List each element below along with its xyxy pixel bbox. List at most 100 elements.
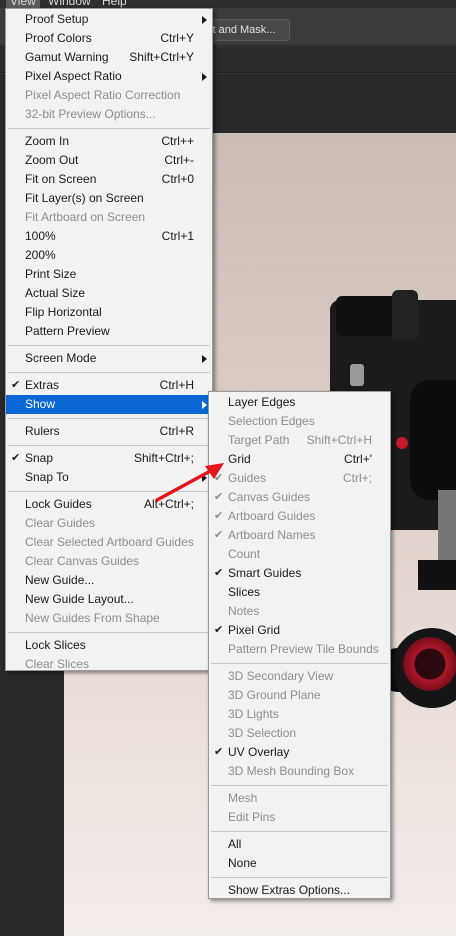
menu-item-label: Extras bbox=[25, 378, 60, 392]
show-menu-item-3d-ground-plane: 3D Ground Plane bbox=[209, 686, 390, 705]
view-menu-item-200[interactable]: 200% bbox=[6, 246, 212, 265]
menubar-item-view[interactable]: View bbox=[6, 0, 40, 8]
view-menu-item-fit-layer-s-on-screen[interactable]: Fit Layer(s) on Screen bbox=[6, 189, 212, 208]
menu-item-shortcut: Ctrl+R bbox=[159, 424, 194, 438]
menu-item-shortcut: Ctrl+' bbox=[344, 452, 372, 466]
menu-item-label: New Guide Layout... bbox=[25, 592, 134, 606]
show-menu-item-uv-overlay[interactable]: ✔ UV Overlay bbox=[209, 743, 390, 762]
menu-item-label: Zoom Out bbox=[25, 153, 79, 167]
view-menu-item-new-guide[interactable]: New Guide... bbox=[6, 571, 212, 590]
menu-item-label: 3D Secondary View bbox=[228, 669, 334, 683]
menu-separator bbox=[8, 128, 210, 129]
view-menu-item-print-size[interactable]: Print Size bbox=[6, 265, 212, 284]
view-menu: Proof Setup Proof Colors Ctrl+Y Gamut Warni… bbox=[5, 8, 213, 671]
menu-item-shortcut: Shift+Ctrl+; bbox=[133, 451, 194, 465]
view-menu-item-extras[interactable]: ✔ Extras Ctrl+H bbox=[6, 376, 212, 395]
checkmark-icon: ✔ bbox=[214, 567, 224, 579]
camera-rod bbox=[438, 490, 456, 570]
view-menu-item-100[interactable]: 100% Ctrl+1 bbox=[6, 227, 212, 246]
view-menu-item-snap[interactable]: ✔ Snap Shift+Ctrl+; bbox=[6, 449, 212, 468]
menu-item-shortcut: Alt+Ctrl+; bbox=[143, 497, 194, 511]
submenu-arrow-icon bbox=[202, 401, 207, 409]
show-submenu: Layer Edges Selection Edges Target Path Shi… bbox=[208, 391, 391, 899]
show-menu-item-artboard-names: ✔ Artboard Names bbox=[209, 526, 390, 545]
menu-separator bbox=[211, 831, 388, 832]
view-menu-item-proof-setup[interactable]: Proof Setup bbox=[6, 10, 212, 29]
show-menu-item-show-extras-options[interactable]: Show Extras Options... bbox=[209, 881, 390, 900]
view-menu-item-pixel-aspect-ratio[interactable]: Pixel Aspect Ratio bbox=[6, 67, 212, 86]
menu-item-label: Flip Horizontal bbox=[25, 305, 102, 319]
menu-item-label: 3D Lights bbox=[228, 707, 279, 721]
menu-item-label: Clear Canvas Guides bbox=[25, 554, 140, 568]
menu-item-label: New Guide... bbox=[25, 573, 95, 587]
menu-item-label: Actual Size bbox=[25, 286, 86, 300]
menu-item-label: Snap To bbox=[25, 470, 69, 484]
view-menu-item-lock-slices[interactable]: Lock Slices bbox=[6, 636, 212, 655]
view-menu-item-fit-on-screen[interactable]: Fit on Screen Ctrl+0 bbox=[6, 170, 212, 189]
show-menu-item-slices[interactable]: Slices bbox=[209, 583, 390, 602]
menubar-item-help[interactable]: Help bbox=[102, 0, 127, 8]
view-menu-item-flip-horizontal[interactable]: Flip Horizontal bbox=[6, 303, 212, 322]
menu-item-label: 200% bbox=[25, 248, 56, 262]
checkmark-icon: ✔ bbox=[11, 452, 21, 464]
show-menu-item-notes: Notes bbox=[209, 602, 390, 621]
show-menu-item-none[interactable]: None bbox=[209, 854, 390, 873]
camera-screw bbox=[350, 364, 364, 386]
show-menu-item-guides: ✔ Guides Ctrl+; bbox=[209, 469, 390, 488]
checkmark-icon: ✔ bbox=[214, 491, 224, 503]
menu-item-label: Show bbox=[25, 397, 56, 411]
submenu-arrow-icon bbox=[202, 16, 207, 24]
show-menu-item-3d-lights: 3D Lights bbox=[209, 705, 390, 724]
view-menu-item-pattern-preview[interactable]: Pattern Preview bbox=[6, 322, 212, 341]
menu-item-label: Pixel Grid bbox=[228, 623, 281, 637]
menu-item-label: Snap bbox=[25, 451, 54, 465]
view-menu-item-pixel-aspect-ratio-correction: Pixel Aspect Ratio Correction bbox=[6, 86, 212, 105]
menu-item-label: Count bbox=[228, 547, 261, 561]
menu-item-label: UV Overlay bbox=[228, 745, 290, 759]
menu-item-label: Proof Setup bbox=[25, 12, 89, 26]
second-lens-red-ring bbox=[400, 634, 456, 694]
view-menu-item-clear-guides: Clear Guides bbox=[6, 514, 212, 533]
view-menu-item-proof-colors[interactable]: Proof Colors Ctrl+Y bbox=[6, 29, 212, 48]
view-menu-item-clear-selected-artboard-guides: Clear Selected Artboard Guides bbox=[6, 533, 212, 552]
view-menu-item-new-guide-layout[interactable]: New Guide Layout... bbox=[6, 590, 212, 609]
menu-item-shortcut: Shift+Ctrl+H bbox=[306, 433, 372, 447]
view-menu-item-zoom-out[interactable]: Zoom Out Ctrl+- bbox=[6, 151, 212, 170]
show-menu-item-artboard-guides: ✔ Artboard Guides bbox=[209, 507, 390, 526]
camera-lens bbox=[410, 380, 456, 500]
menu-item-label: Notes bbox=[228, 604, 260, 618]
menu-item-label: None bbox=[228, 856, 257, 870]
view-menu-item-snap-to[interactable]: Snap To bbox=[6, 468, 212, 487]
view-menu-item-rulers[interactable]: Rulers Ctrl+R bbox=[6, 422, 212, 441]
checkmark-icon: ✔ bbox=[214, 529, 224, 541]
show-menu-item-all[interactable]: All bbox=[209, 835, 390, 854]
menubar-item-window[interactable]: Window bbox=[48, 0, 91, 8]
view-menu-item-screen-mode[interactable]: Screen Mode bbox=[6, 349, 212, 368]
menu-item-label: Fit on Screen bbox=[25, 172, 97, 186]
show-menu-item-count: Count bbox=[209, 545, 390, 564]
show-menu-item-pixel-grid[interactable]: ✔ Pixel Grid bbox=[209, 621, 390, 640]
menu-separator bbox=[211, 663, 388, 664]
view-menu-item-actual-size[interactable]: Actual Size bbox=[6, 284, 212, 303]
view-menu-item-lock-guides[interactable]: Lock Guides Alt+Ctrl+; bbox=[6, 495, 212, 514]
view-menu-item-zoom-in[interactable]: Zoom In Ctrl++ bbox=[6, 132, 212, 151]
menu-item-label: Edit Pins bbox=[228, 810, 276, 824]
menu-separator bbox=[211, 785, 388, 786]
menu-item-label: Clear Guides bbox=[25, 516, 96, 530]
show-menu-item-pattern-preview-tile-bounds: Pattern Preview Tile Bounds bbox=[209, 640, 390, 659]
menu-item-label: Artboard Guides bbox=[228, 509, 316, 523]
view-menu-item-32-bit-preview-options: 32-bit Preview Options... bbox=[6, 105, 212, 124]
menu-item-label: Pattern Preview bbox=[25, 324, 110, 338]
view-menu-item-gamut-warning[interactable]: Gamut Warning Shift+Ctrl+Y bbox=[6, 48, 212, 67]
show-menu-item-grid[interactable]: Grid Ctrl+' bbox=[209, 450, 390, 469]
menu-item-label: Slices bbox=[228, 585, 261, 599]
show-menu-item-layer-edges[interactable]: Layer Edges bbox=[209, 393, 390, 412]
menu-item-label: Print Size bbox=[25, 267, 77, 281]
menu-item-label: 32-bit Preview Options... bbox=[25, 107, 156, 121]
menu-item-label: 3D Selection bbox=[228, 726, 297, 740]
menu-item-label: Target Path bbox=[228, 433, 290, 447]
show-menu-item-smart-guides[interactable]: ✔ Smart Guides bbox=[209, 564, 390, 583]
view-menu-item-show[interactable]: Show bbox=[6, 395, 212, 414]
menu-item-shortcut: Shift+Ctrl+Y bbox=[129, 50, 194, 64]
menu-item-label: Clear Slices bbox=[25, 657, 90, 671]
